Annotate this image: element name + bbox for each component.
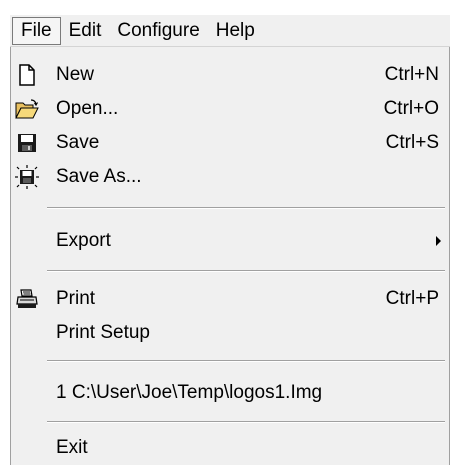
menu-item-save[interactable]: Save Ctrl+S [11, 127, 449, 159]
new-document-icon [15, 63, 39, 87]
menu-separator [47, 360, 445, 362]
menu-item-print[interactable]: Print Ctrl+P [11, 283, 449, 315]
menu-item-label: Print [56, 288, 96, 309]
shortcut-label: Ctrl+S [385, 132, 439, 153]
menu-item-label: Save As... [56, 166, 142, 187]
menu-item-export[interactable]: Export [11, 225, 449, 257]
menu-item-label: Exit [56, 437, 88, 458]
submenu-arrow-icon [436, 236, 441, 246]
menu-separator [47, 207, 445, 209]
menu-item-label: Save [56, 132, 100, 153]
shortcut-label: Ctrl+P [385, 288, 439, 309]
menu-item-label: Print Setup [56, 322, 150, 343]
menu-bar: File Edit Configure Help [10, 15, 450, 47]
menu-configure[interactable]: Configure [109, 17, 207, 45]
menu-item-recent-file[interactable]: 1 C:\User\Joe\Temp\logos1.Img [11, 377, 449, 409]
menu-item-label: Open... [56, 98, 119, 119]
menu-help[interactable]: Help [208, 17, 263, 45]
menu-item-print-setup[interactable]: Print Setup [11, 317, 449, 349]
menu-separator [47, 421, 445, 423]
menu-item-open[interactable]: Open... Ctrl+O [11, 93, 449, 125]
menu-item-save-as[interactable]: Save As... [11, 161, 449, 193]
menu-file[interactable]: File [12, 16, 61, 45]
menu-separator [47, 270, 445, 272]
menu-item-label: New [56, 64, 95, 85]
open-folder-icon [15, 97, 39, 121]
menu-item-label: Export [56, 230, 111, 251]
menu-item-exit[interactable]: Exit [11, 432, 449, 464]
menu-edit[interactable]: Edit [61, 17, 110, 45]
shortcut-label: Ctrl+O [383, 98, 439, 119]
file-menu-dropdown: New Ctrl+N Open... Ctrl+O Save Ctrl+S Sa… [10, 47, 450, 465]
floppy-disk-icon [15, 131, 39, 155]
save-as-icon [15, 165, 39, 189]
shortcut-label: Ctrl+N [384, 64, 439, 85]
application-window: File Edit Configure Help New Ctrl+N Open… [0, 0, 461, 465]
printer-icon [15, 287, 39, 311]
menu-item-new[interactable]: New Ctrl+N [11, 59, 449, 91]
menu-item-label: 1 C:\User\Joe\Temp\logos1.Img [56, 382, 323, 403]
